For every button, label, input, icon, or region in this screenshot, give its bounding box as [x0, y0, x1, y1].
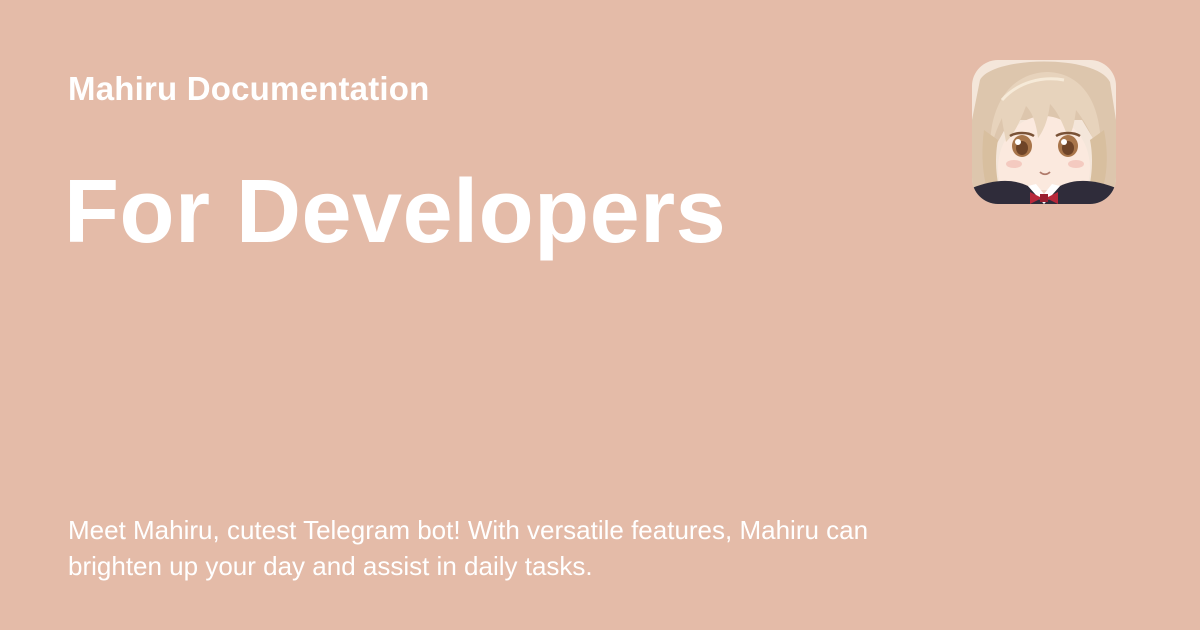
- page-title: For Developers: [64, 162, 727, 262]
- page-description: Meet Mahiru, cutest Telegram bot! With v…: [68, 515, 869, 581]
- anime-girl-avatar-icon: [972, 60, 1116, 204]
- site-name: Mahiru Documentation: [68, 70, 430, 107]
- social-preview-card: Mahiru Documentation For Developers Meet…: [0, 0, 1200, 630]
